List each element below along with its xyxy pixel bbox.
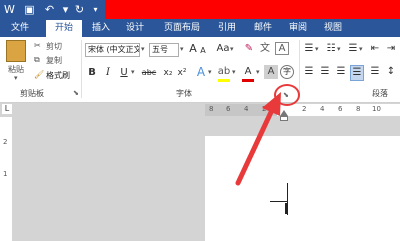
annotation-arrow [235,92,281,186]
